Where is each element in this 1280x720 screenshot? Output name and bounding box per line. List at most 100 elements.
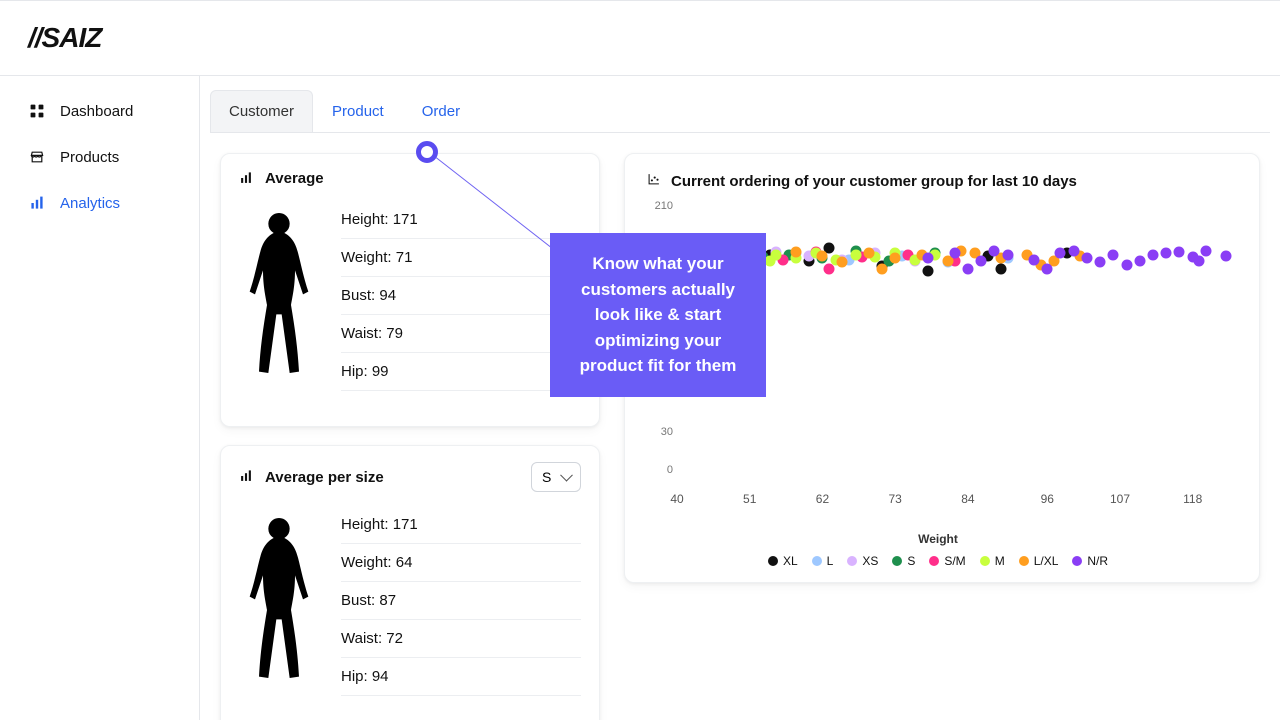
chart-area: 030210 405162738496107118 <box>637 212 1239 512</box>
scatter-dot[interactable] <box>1002 249 1013 260</box>
scatter-dot[interactable] <box>791 247 802 258</box>
app-header: //SAIZ <box>0 0 1280 76</box>
scatter-dot[interactable] <box>1200 245 1211 256</box>
legend-label: L/XL <box>1034 554 1059 568</box>
right-column: Current ordering of your customer group … <box>624 153 1260 720</box>
x-tick: 96 <box>1041 492 1054 506</box>
legend-swatch-icon <box>1019 556 1029 566</box>
scatter-icon <box>647 172 661 190</box>
metric-row: Waist: 79 <box>341 315 581 353</box>
legend-label: M <box>995 554 1005 568</box>
scatter-dot[interactable] <box>1095 257 1106 268</box>
scatter-dot[interactable] <box>1194 255 1205 266</box>
scatter-dot[interactable] <box>1134 255 1145 266</box>
tab-customer[interactable]: Customer <box>210 90 313 132</box>
legend-swatch-icon <box>847 556 857 566</box>
y-tick: 0 <box>667 464 673 476</box>
grid-icon <box>28 102 46 120</box>
legend-label: XL <box>783 554 798 568</box>
tabs: Customer Product Order <box>210 90 1270 133</box>
scatter-dot[interactable] <box>995 263 1006 274</box>
body-silhouette-icon <box>239 506 319 711</box>
left-column: Average Height: 171Weight: 71Bust: 94Wai… <box>220 153 600 720</box>
tab-product[interactable]: Product <box>313 90 403 132</box>
legend-label: L <box>827 554 834 568</box>
metric-row: Height: 171 <box>341 201 581 239</box>
card-title: Average per size <box>239 469 384 486</box>
legend-item[interactable]: L/XL <box>1019 554 1059 568</box>
chart-x-label: Weight <box>637 532 1239 546</box>
scatter-dot[interactable] <box>923 253 934 264</box>
bars-icon <box>239 171 255 187</box>
scatter-dot[interactable] <box>744 245 755 256</box>
metric-row: Bust: 94 <box>341 277 581 315</box>
store-icon <box>28 148 46 166</box>
scatter-dot[interactable] <box>1042 263 1053 274</box>
sidebar-item-dashboard[interactable]: Dashboard <box>0 88 199 134</box>
scatter-dot[interactable] <box>837 257 848 268</box>
scatter-dot[interactable] <box>1068 245 1079 256</box>
legend-label: XS <box>862 554 878 568</box>
scatter-dot[interactable] <box>1081 253 1092 264</box>
chart-plot[interactable] <box>677 212 1239 482</box>
card-scatter: Current ordering of your customer group … <box>624 153 1260 583</box>
legend-label: S/M <box>944 554 965 568</box>
chart-title-text: Current ordering of your customer group … <box>671 173 1077 190</box>
legend-item[interactable]: L <box>812 554 834 568</box>
chart-x-axis: 405162738496107118 <box>677 488 1239 512</box>
legend-item[interactable]: N/R <box>1072 554 1108 568</box>
legend-item[interactable]: XL <box>768 554 798 568</box>
scatter-dot[interactable] <box>1148 249 1159 260</box>
sidebar-item-analytics[interactable]: Analytics <box>0 180 199 226</box>
x-tick: 118 <box>1183 492 1202 506</box>
scatter-dot[interactable] <box>1121 259 1132 270</box>
x-tick: 73 <box>889 492 902 506</box>
chart-legend: XL L XS S S/M M L/XL N/R <box>637 554 1239 568</box>
scatter-dot[interactable] <box>890 253 901 264</box>
metric-row: Hip: 94 <box>341 658 581 696</box>
legend-item[interactable]: M <box>980 554 1005 568</box>
sidebar-item-label: Dashboard <box>60 103 133 120</box>
scatter-dot[interactable] <box>705 253 716 264</box>
metrics-list: Height: 171Weight: 71Bust: 94Waist: 79Hi… <box>341 201 581 406</box>
legend-item[interactable]: XS <box>847 554 878 568</box>
scatter-dot[interactable] <box>1220 250 1231 261</box>
tab-order[interactable]: Order <box>403 90 479 132</box>
x-tick: 107 <box>1110 492 1130 506</box>
scatter-dot[interactable] <box>876 263 887 274</box>
scatter-dot[interactable] <box>1108 249 1119 260</box>
scatter-dot[interactable] <box>1174 247 1185 258</box>
scatter-dot[interactable] <box>989 245 1000 256</box>
metric-row: Waist: 72 <box>341 620 581 658</box>
scatter-dot[interactable] <box>976 255 987 266</box>
legend-item[interactable]: S/M <box>929 554 965 568</box>
scatter-dot[interactable] <box>949 248 960 259</box>
scatter-dot[interactable] <box>718 249 729 260</box>
scatter-dot[interactable] <box>1055 248 1066 259</box>
scatter-dot[interactable] <box>863 248 874 259</box>
legend-swatch-icon <box>1072 556 1082 566</box>
legend-swatch-icon <box>768 556 778 566</box>
scatter-dot[interactable] <box>764 255 775 266</box>
metric-row: Bust: 87 <box>341 582 581 620</box>
sidebar-item-products[interactable]: Products <box>0 134 199 180</box>
scatter-dot[interactable] <box>923 266 934 277</box>
x-tick: 51 <box>743 492 756 506</box>
legend-item[interactable]: S <box>892 554 915 568</box>
size-select[interactable]: S <box>531 462 581 492</box>
legend-swatch-icon <box>980 556 990 566</box>
metric-row: Height: 171 <box>341 506 581 544</box>
sidebar: Dashboard Products Analytics <box>0 76 200 720</box>
legend-swatch-icon <box>929 556 939 566</box>
scatter-dot[interactable] <box>850 249 861 260</box>
chart-title: Current ordering of your customer group … <box>647 172 1239 190</box>
scatter-dot[interactable] <box>1161 248 1172 259</box>
metric-row: Hip: 99 <box>341 353 581 391</box>
legend-swatch-icon <box>812 556 822 566</box>
brand-logo: //SAIZ <box>28 22 101 54</box>
scatter-dot[interactable] <box>1029 254 1040 265</box>
y-tick: 30 <box>661 426 673 438</box>
scatter-dot[interactable] <box>962 263 973 274</box>
scatter-dot[interactable] <box>817 250 828 261</box>
scatter-dot[interactable] <box>731 248 742 259</box>
